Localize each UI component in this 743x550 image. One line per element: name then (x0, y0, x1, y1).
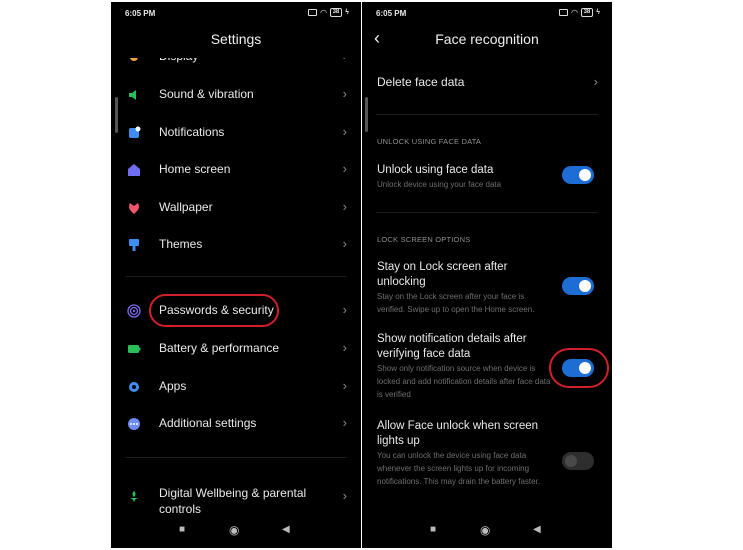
option-title: Show notification details after verifyin… (377, 333, 527, 360)
chevron-right-icon: › (342, 488, 347, 503)
status-time: 6:05 PM (125, 9, 156, 18)
option-subtitle: You can unlock the device using face dat… (377, 451, 541, 486)
display-icon (130, 58, 138, 61)
stay-lock-screen-option[interactable]: Stay on Lock screen after unlocking Stay… (377, 260, 552, 316)
unlock-face-toggle[interactable] (562, 166, 594, 184)
divider (125, 457, 347, 458)
nfc-icon (559, 9, 569, 16)
delete-face-data-label: Delete face data (377, 75, 465, 89)
allow-face-unlock-screen-option[interactable]: Allow Face unlock when screen lights up … (377, 419, 552, 488)
settings-item-label: Home screen (159, 162, 231, 176)
settings-item-apps[interactable]: Apps › (111, 372, 361, 402)
chevron-right-icon: › (342, 415, 347, 430)
back-button[interactable]: ◀ (533, 524, 541, 535)
status-bar: 6:05 PM ◠ 38 ϟ (111, 2, 361, 24)
chevron-right-icon: › (342, 124, 347, 139)
settings-item-notifications[interactable]: Notifications › (111, 118, 361, 148)
option-subtitle: Unlock device using your face data (377, 180, 502, 189)
more-icon (128, 418, 140, 430)
notification-icon (129, 126, 141, 138)
settings-item-digital-wellbeing[interactable]: Digital Wellbeing & parental controls › (111, 478, 361, 516)
divider (376, 114, 598, 115)
recents-button[interactable]: ■ (179, 524, 185, 535)
fingerprint-icon (127, 304, 141, 318)
chevron-right-icon: › (593, 74, 598, 89)
home-icon (128, 164, 140, 176)
option-title: Stay on Lock screen after unlocking (377, 261, 508, 288)
settings-item-sound[interactable]: Sound & vibration › (111, 80, 361, 110)
battery-icon (128, 345, 141, 353)
divider (376, 212, 598, 213)
back-button[interactable]: ◀ (282, 524, 290, 535)
scrollbar[interactable] (365, 97, 368, 132)
wifi-icon: ◠ (320, 8, 327, 17)
delete-face-data-row[interactable]: Delete face data › (362, 68, 612, 98)
section-header-unlock: UNLOCK USING FACE DATA (377, 137, 482, 146)
option-subtitle: Show only notification source when devic… (377, 364, 551, 399)
chevron-right-icon: › (342, 86, 347, 101)
settings-item-themes[interactable]: Themes › (111, 230, 361, 260)
page-title: Face recognition (435, 31, 539, 47)
wallpaper-icon (129, 203, 139, 214)
settings-item-label: Digital Wellbeing & parental controls (159, 486, 307, 516)
charging-icon: ϟ (345, 9, 349, 16)
chevron-right-icon: › (342, 48, 347, 63)
navigation-bar: ■ ◉ ◀ (362, 523, 612, 542)
gear-icon (129, 382, 139, 392)
wifi-icon: ◠ (571, 8, 578, 17)
stay-lock-screen-toggle[interactable] (562, 277, 594, 295)
settings-item-label: Themes (159, 237, 203, 251)
chevron-right-icon: › (342, 236, 347, 251)
settings-item-label: Additional settings (159, 416, 257, 430)
chevron-right-icon: › (342, 302, 347, 317)
settings-screen: 6:05 PM ◠ 38 ϟ Settings Display › Sound … (111, 2, 361, 548)
show-notification-details-option[interactable]: Show notification details after verifyin… (377, 332, 552, 401)
settings-item-wallpaper[interactable]: Wallpaper › (111, 193, 361, 223)
chevron-right-icon: › (342, 340, 347, 355)
allow-face-unlock-screen-toggle[interactable] (562, 452, 594, 470)
home-button[interactable]: ◉ (229, 523, 239, 537)
highlight-circle (549, 348, 609, 388)
settings-item-label: Notifications (159, 125, 225, 139)
settings-item-additional[interactable]: Additional settings › (111, 409, 361, 439)
navigation-bar: ■ ◉ ◀ (111, 523, 361, 542)
option-title: Allow Face unlock when screen lights up (377, 420, 539, 447)
settings-item-label: Wallpaper (159, 200, 213, 214)
battery-level: 38 (580, 8, 594, 17)
battery-level: 38 (329, 8, 343, 17)
status-time: 6:05 PM (376, 9, 407, 18)
settings-item-label: Battery & performance (159, 341, 280, 355)
option-subtitle: Stay on the Lock screen after your face … (377, 292, 535, 314)
option-title: Unlock using face data (377, 164, 494, 176)
settings-item-label: Sound & vibration (159, 87, 254, 101)
divider (125, 276, 347, 277)
wellbeing-icon (129, 491, 139, 502)
chevron-right-icon: › (342, 161, 347, 176)
settings-item-label: Apps (159, 379, 187, 393)
page-title: Settings (210, 31, 262, 47)
settings-item-battery[interactable]: Battery & performance › (111, 334, 361, 364)
settings-item-label: Display (159, 49, 199, 63)
recents-button[interactable]: ■ (430, 524, 436, 535)
face-recognition-screen: 6:05 PM ◠ 38 ϟ ‹ Face recognition Delete… (362, 2, 612, 548)
charging-icon: ϟ (596, 9, 600, 16)
speaker-icon (129, 90, 136, 100)
chevron-right-icon: › (342, 199, 347, 214)
status-bar: 6:05 PM ◠ 38 ϟ (362, 2, 612, 24)
section-header-lock-screen: LOCK SCREEN OPTIONS (377, 235, 471, 244)
nfc-icon (308, 9, 318, 16)
settings-item-home-screen[interactable]: Home screen › (111, 155, 361, 185)
highlight-circle (149, 294, 279, 327)
chevron-right-icon: › (342, 378, 347, 393)
themes-icon (129, 239, 139, 251)
unlock-face-option[interactable]: Unlock using face data Unlock device usi… (377, 163, 552, 191)
home-button[interactable]: ◉ (480, 523, 490, 537)
